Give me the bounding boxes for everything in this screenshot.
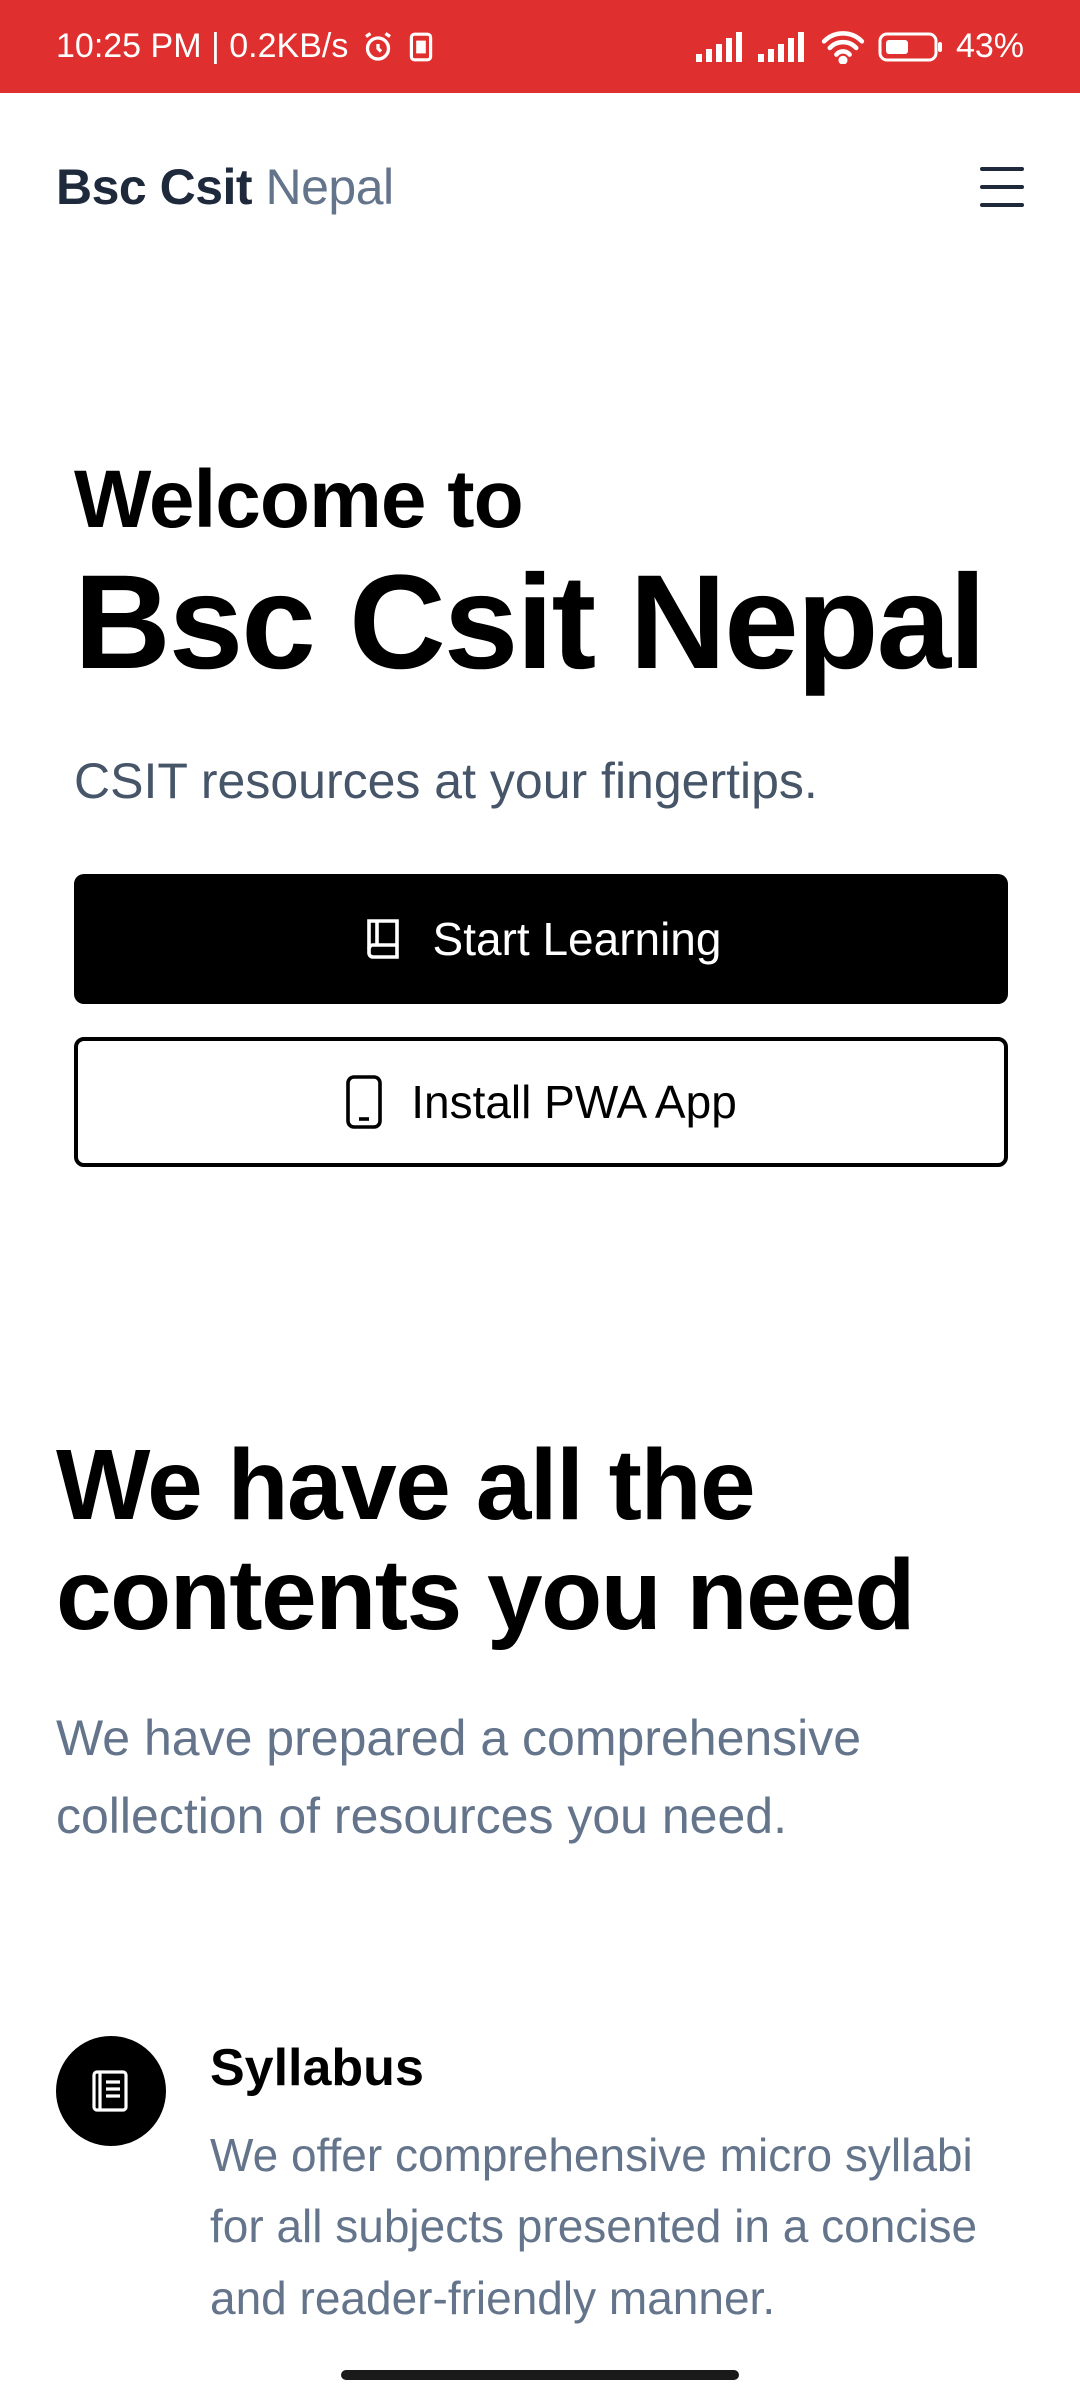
brand-strong: Bsc Csit: [56, 158, 253, 215]
signal-icon: [757, 31, 808, 62]
status-right: 43%: [695, 27, 1024, 66]
contents-section: We have all the contents you need We hav…: [56, 1430, 1024, 1855]
install-pwa-button[interactable]: Install PWA App: [74, 1037, 1008, 1167]
hero-welcome: Welcome to: [74, 454, 524, 545]
status-time-speed: 10:25 PM | 0.2KB/s: [56, 27, 349, 65]
start-learning-label: Start Learning: [432, 913, 722, 965]
brand-light: Nepal: [265, 158, 394, 215]
section-title: We have all the contents you need: [56, 1429, 915, 1651]
alarm-icon: [360, 29, 396, 65]
hamburger-menu-icon[interactable]: [980, 166, 1024, 207]
hero-section: Welcome to Bsc Csit Nepal CSIT resources…: [74, 454, 1008, 810]
book-icon: [361, 915, 405, 963]
feature-text: Syllabus We offer comprehensive micro sy…: [210, 2036, 1010, 2334]
phone-icon: [345, 1074, 383, 1130]
section-subtitle: We have prepared a comprehensive collect…: [56, 1710, 862, 1844]
hero-title: Bsc Csit Nepal: [74, 548, 986, 698]
feature-title: Syllabus: [210, 2039, 424, 2097]
battery-percent: 43%: [955, 27, 1024, 65]
start-learning-button[interactable]: Start Learning: [74, 874, 1008, 1004]
feature-description: We offer comprehensive micro syllabi for…: [210, 2129, 978, 2324]
install-pwa-label: Install PWA App: [411, 1076, 737, 1128]
status-bar: 10:25 PM | 0.2KB/s 43%: [0, 0, 1080, 93]
feature-syllabus[interactable]: Syllabus We offer comprehensive micro sy…: [56, 2036, 1024, 2334]
battery-icon: [878, 31, 944, 63]
signal-icon: [695, 31, 746, 62]
sim-icon: [408, 31, 434, 63]
home-indicator[interactable]: [341, 2370, 739, 2380]
document-icon: [56, 2036, 166, 2146]
status-left: 10:25 PM | 0.2KB/s: [56, 27, 434, 66]
brand-logo[interactable]: Bsc Csit Nepal: [56, 158, 394, 216]
app-header: Bsc Csit Nepal: [0, 93, 1080, 280]
wifi-icon: [820, 30, 866, 64]
hero-subtitle: CSIT resources at your fingertips.: [74, 752, 818, 809]
